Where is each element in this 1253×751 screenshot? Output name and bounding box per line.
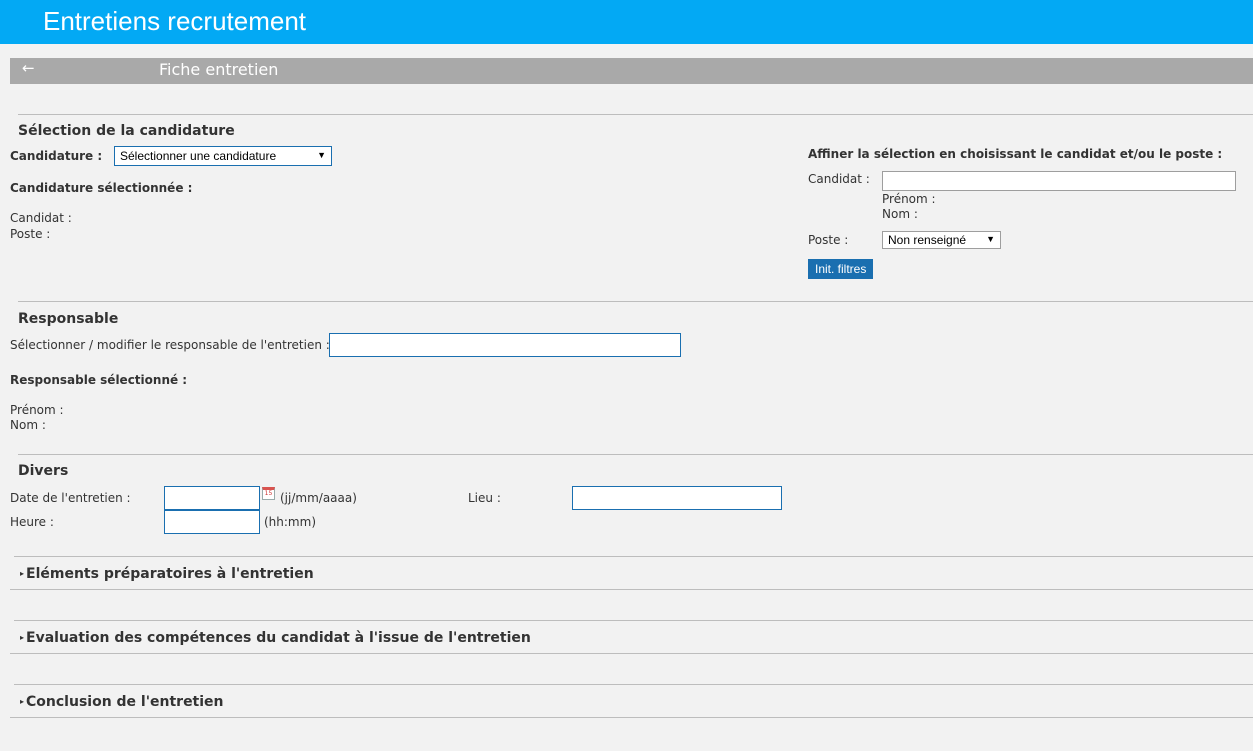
page-header-bar: ← Fiche entretien [10, 58, 1253, 84]
date-format-hint: (jj/mm/aaaa) [280, 491, 357, 505]
section-toggle-evaluation[interactable]: ▸ Evaluation des compétences du candidat … [20, 630, 531, 646]
heure-input[interactable] [164, 510, 260, 534]
heure-label: Heure : [10, 515, 54, 529]
responsable-selected-title: Responsable sélectionné : [10, 373, 188, 387]
candidat-label: Candidat : [10, 211, 72, 225]
candidature-selected-title: Candidature sélectionnée : [10, 181, 193, 195]
arrow-left-icon[interactable]: ← [22, 59, 35, 77]
caret-right-icon: ▸ [20, 569, 25, 578]
section-toggle-label: Conclusion de l'entretien [26, 694, 224, 710]
date-label: Date de l'entretien : [10, 491, 131, 505]
section-toggle-elements[interactable]: ▸ Eléments préparatoires à l'entretien [20, 566, 314, 582]
heure-format-hint: (hh:mm) [264, 515, 316, 529]
page-title: Fiche entretien [159, 60, 279, 79]
divider [10, 589, 1253, 590]
candidature-select-value: Sélectionner une candidature [120, 149, 277, 163]
calendar-icon[interactable]: 15 [262, 487, 275, 500]
responsable-nom-label: Nom : [10, 418, 46, 432]
lieu-input[interactable] [572, 486, 782, 510]
section-toggle-label: Evaluation des compétences du candidat à… [26, 630, 531, 646]
divider [14, 684, 1253, 685]
divider [18, 301, 1253, 302]
reset-filters-button[interactable]: Init. filtres [808, 259, 874, 279]
date-input[interactable] [164, 486, 260, 510]
filter-poste-value: Non renseigné [888, 233, 967, 247]
chevron-down-icon: ▼ [317, 150, 326, 160]
divider [14, 620, 1253, 621]
app-header: Entretiens recrutement [0, 0, 1253, 44]
divider [18, 454, 1253, 455]
responsable-input[interactable] [329, 333, 681, 357]
responsable-prenom-label: Prénom : [10, 403, 64, 417]
lieu-label: Lieu : [468, 491, 501, 505]
section-toggle-conclusion[interactable]: ▸ Conclusion de l'entretien [20, 694, 224, 710]
divider [14, 556, 1253, 557]
section-toggle-label: Eléments préparatoires à l'entretien [26, 566, 314, 582]
divider [10, 653, 1253, 654]
chevron-down-icon: ▼ [986, 234, 995, 244]
filter-candidat-label: Candidat : [808, 172, 870, 186]
section-title-divers: Divers [18, 463, 69, 479]
caret-right-icon: ▸ [20, 633, 25, 642]
divider [18, 114, 1253, 115]
filter-poste-label: Poste : [808, 233, 849, 247]
filter-poste-select[interactable]: Non renseigné ▼ [882, 231, 1001, 249]
candidature-label: Candidature : [10, 149, 103, 163]
section-title-responsable: Responsable [18, 311, 119, 327]
responsable-select-label: Sélectionner / modifier le responsable d… [10, 338, 330, 352]
caret-right-icon: ▸ [20, 697, 25, 706]
filter-title: Affiner la sélection en choisissant le c… [808, 147, 1223, 161]
app-title: Entretiens recrutement [43, 6, 307, 36]
divider [10, 717, 1253, 718]
candidature-select[interactable]: Sélectionner une candidature ▼ [114, 146, 332, 166]
filter-prenom-label: Prénom : [882, 192, 936, 206]
filter-candidat-input[interactable] [882, 171, 1236, 191]
poste-label: Poste : [10, 227, 51, 241]
filter-nom-label: Nom : [882, 207, 918, 221]
section-title-candidature: Sélection de la candidature [18, 123, 235, 139]
